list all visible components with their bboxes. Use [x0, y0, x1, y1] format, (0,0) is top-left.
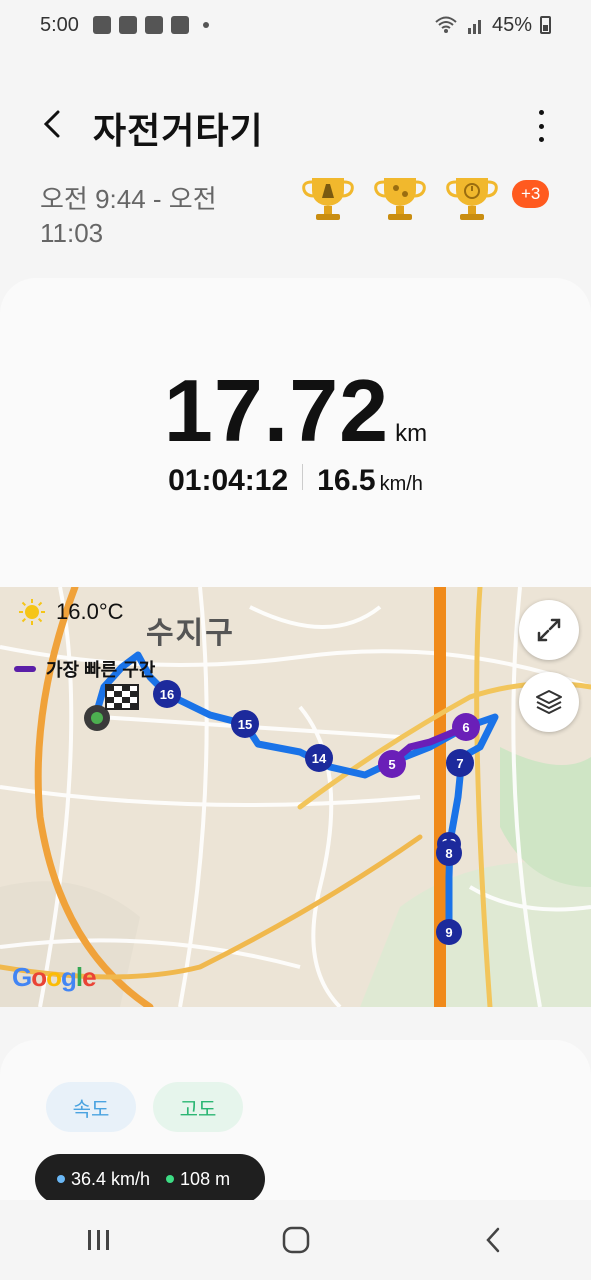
duration-speed-row: 01:04:12 16.5 km/h [0, 464, 591, 498]
expand-icon [537, 618, 561, 642]
back-nav-icon [485, 1227, 499, 1253]
svg-text:9: 9 [445, 925, 452, 940]
message-icon [92, 16, 111, 34]
home-icon [282, 1226, 309, 1254]
speed-reading: 36.4 km/h [71, 1168, 151, 1189]
km-marker-16: 16 [153, 680, 181, 708]
back-button[interactable] [36, 106, 72, 142]
page-title: 자전거타기 [93, 110, 264, 151]
app-icon [144, 16, 163, 34]
google-logo: Google [12, 962, 97, 992]
svg-text:16: 16 [160, 687, 174, 702]
signal-app-icon [170, 16, 189, 34]
chart-value-tooltip: 36.4 km/h 108 m [35, 1154, 265, 1204]
temperature: 16.0°C [56, 599, 124, 624]
svg-text:7: 7 [456, 756, 463, 771]
status-time: 5:00 [40, 13, 79, 36]
svg-text:5: 5 [388, 757, 395, 772]
trophy-route-icon[interactable] [372, 174, 428, 224]
km-marker-7: 7 [446, 749, 474, 777]
svg-text:8: 8 [445, 846, 452, 861]
recent-apps-icon [87, 1230, 109, 1250]
distance-unit: km [395, 420, 428, 447]
altitude-dot [166, 1175, 175, 1183]
home-button[interactable] [266, 1210, 326, 1270]
km-marker-9: 9 [436, 919, 462, 945]
speed-unit: km/h [379, 473, 423, 495]
svg-text:14: 14 [312, 751, 327, 766]
trophy-list [300, 174, 500, 224]
km-marker-8: 8 [436, 840, 462, 866]
km-marker-5: 5 [378, 750, 406, 778]
map-layers-button[interactable] [519, 672, 579, 732]
svg-text:6: 6 [462, 720, 469, 735]
fastest-segment-legend: 가장 빠른 구간 [14, 656, 155, 682]
sun-icon [19, 599, 45, 625]
workout-time-range: 오전 9:44 - 오전 11:03 [40, 184, 217, 248]
distance-value: 17.72 [163, 361, 390, 460]
speed-value: 16.5 [317, 464, 376, 497]
km-marker-14: 14 [305, 744, 333, 772]
more-trophies-badge[interactable]: +3 [512, 180, 550, 208]
notification-dot-icon [202, 22, 209, 28]
battery-percent: 45% [491, 13, 532, 36]
header: 자전거타기 [0, 90, 591, 160]
km-markers: 16 15 14 5 6 7 10 8 9 [153, 680, 480, 945]
km-marker-6: 6 [452, 713, 480, 741]
route-map[interactable]: 16 15 14 5 6 7 10 8 9 [0, 587, 591, 1007]
battery-icon [540, 16, 551, 34]
duration-value: 01:04:12 [168, 464, 289, 497]
fastest-segment-swatch [14, 666, 36, 672]
recent-apps-button[interactable] [69, 1210, 129, 1270]
expand-map-button[interactable] [519, 600, 579, 660]
altitude-reading: 108 m [180, 1168, 231, 1189]
back-nav-button[interactable] [463, 1210, 523, 1270]
speed-chip[interactable]: 속도 [46, 1082, 136, 1132]
call-icon [118, 16, 137, 34]
layers-icon [536, 690, 562, 714]
fastest-segment-label: 가장 빠른 구간 [46, 660, 156, 680]
weather-info: 16.0°C [18, 598, 124, 626]
divider [302, 464, 304, 490]
svg-text:15: 15 [238, 717, 252, 732]
trophy-timer-icon[interactable] [444, 174, 500, 224]
trophy-distance-icon[interactable] [300, 174, 356, 224]
more-options-button[interactable] [531, 110, 551, 142]
status-bar: 5:00 45% [0, 0, 591, 50]
km-marker-15: 15 [231, 710, 259, 738]
altitude-chip[interactable]: 고도 [153, 1082, 243, 1132]
map-district-label: 수지구 [146, 617, 235, 650]
distance-display: 17.72 km [0, 360, 591, 462]
system-navigation-bar [0, 1200, 591, 1280]
cell-signal-icon [467, 20, 481, 34]
wifi-icon [435, 16, 457, 33]
speed-dot [57, 1175, 65, 1183]
